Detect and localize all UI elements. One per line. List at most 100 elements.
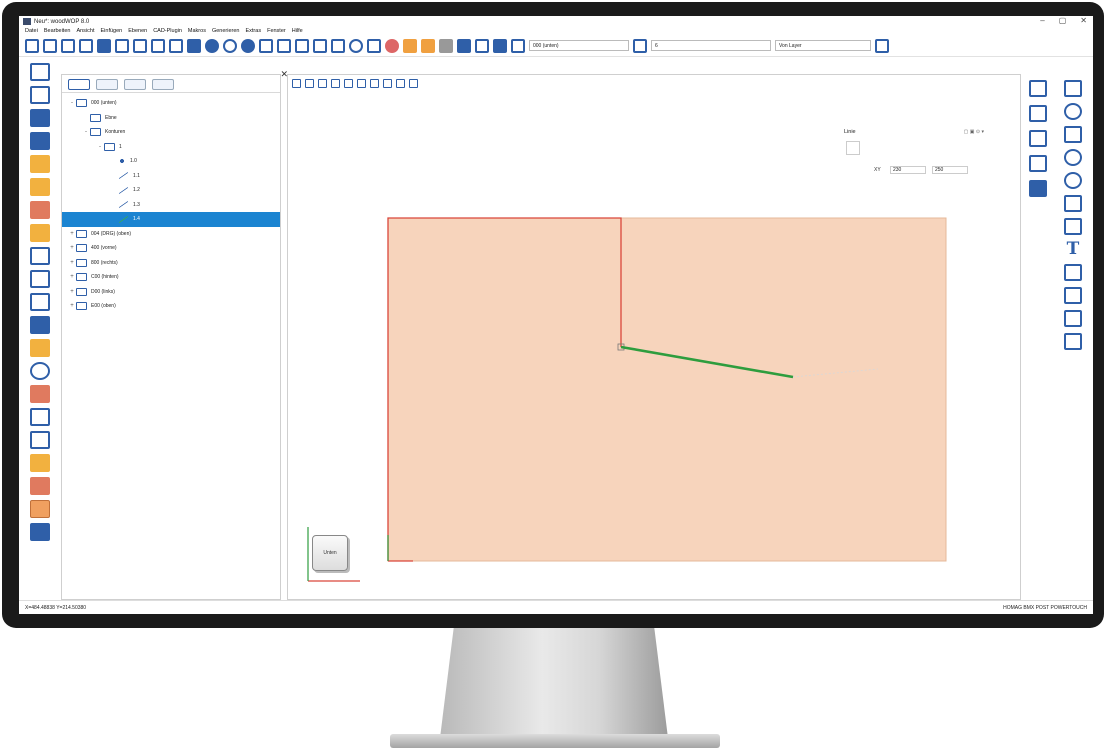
x-value-field[interactable]: 230 [890, 166, 926, 174]
tree-item[interactable]: - 000 (unten) [62, 96, 280, 111]
line-tool-2-icon[interactable] [331, 38, 345, 53]
menu-generieren[interactable]: Generieren [212, 28, 240, 34]
menu-fenster[interactable]: Fenster [267, 28, 286, 34]
paste-icon[interactable] [169, 38, 183, 53]
draw-contour-icon[interactable] [1064, 126, 1082, 143]
snap-midpoint-icon[interactable] [1029, 105, 1047, 122]
angle-icon[interactable] [259, 38, 273, 53]
pocket-tool-icon[interactable] [30, 224, 50, 242]
settings-tool-icon[interactable] [30, 523, 50, 541]
tab-components[interactable] [96, 79, 118, 90]
cross-icon[interactable] [367, 38, 381, 53]
circle-tool-icon[interactable] [30, 362, 50, 380]
color-select[interactable]: 6 [651, 40, 771, 51]
layer-props-icon[interactable] [475, 38, 489, 53]
draw-ellipse-icon[interactable] [1064, 172, 1082, 189]
ring-icon[interactable] [349, 38, 363, 53]
zoom-icon[interactable] [383, 78, 392, 88]
hatch-icon[interactable] [403, 38, 417, 53]
tree-item[interactable]: +800 (rechts) [62, 256, 280, 271]
drawing-area[interactable]: Linie ▢ ▣ ⊙ ▾ XY 230 250 Unten [287, 74, 1021, 600]
panel-controls-icon[interactable]: ▢ ▣ ⊙ ▾ [964, 129, 984, 135]
tree-expander-icon[interactable]: + [68, 245, 76, 251]
view-front-icon[interactable] [305, 78, 314, 88]
snap-perpendicular-icon[interactable] [1029, 155, 1047, 172]
view-back-icon[interactable] [331, 78, 340, 88]
tree-item[interactable]: 1.1 [62, 169, 280, 184]
view-left-icon[interactable] [344, 78, 353, 88]
tab-tools[interactable] [152, 79, 174, 90]
copy-icon[interactable] [151, 38, 165, 53]
profile-tool-icon[interactable] [30, 316, 50, 334]
layer-select[interactable]: 000 (unten) [529, 40, 629, 51]
pan-icon[interactable] [409, 78, 418, 88]
snap-grid-icon[interactable] [1029, 180, 1047, 197]
menu-datei[interactable]: Datei [25, 28, 38, 34]
tree-expander-icon[interactable]: - [68, 100, 76, 106]
draw-spline-icon[interactable] [1064, 195, 1082, 212]
view-bottom-icon[interactable] [357, 78, 366, 88]
measure-icon[interactable] [439, 38, 453, 53]
tree-item[interactable]: + C00 (hinten) [62, 270, 280, 285]
tree-expander-icon[interactable]: + [68, 231, 76, 237]
line-tool-icon[interactable] [30, 109, 50, 127]
menu-ebenen[interactable]: Ebenen [128, 28, 147, 34]
tree-item[interactable]: 1.3 [62, 198, 280, 213]
point-tool-icon[interactable] [30, 86, 50, 104]
undo-icon[interactable] [115, 38, 129, 53]
tree-item[interactable]: Ebne [62, 111, 280, 126]
component-icon[interactable] [30, 454, 50, 472]
surface-icon[interactable] [1064, 287, 1082, 304]
text-tool-icon[interactable]: T [1064, 241, 1082, 258]
tab-variables[interactable] [124, 79, 146, 90]
drill-tool-icon[interactable] [30, 155, 50, 173]
tree-item[interactable]: + D00 (links) [62, 285, 280, 300]
tree-item[interactable]: 1.4 [62, 212, 280, 227]
maximize-button[interactable]: ▢ [1059, 16, 1067, 25]
draw-circle-icon[interactable] [1064, 149, 1082, 166]
cut-tool-icon[interactable] [30, 339, 50, 357]
red-circle-icon[interactable] [385, 38, 399, 53]
arc-tool-icon[interactable] [30, 247, 50, 265]
groove-tool-icon[interactable] [30, 201, 50, 219]
save-icon[interactable] [97, 38, 111, 53]
new-file-icon[interactable] [25, 38, 39, 53]
tree-expander-icon[interactable]: - [82, 129, 90, 135]
close-button[interactable]: ✕ [1080, 16, 1087, 25]
view-cube[interactable]: Unten [312, 535, 348, 571]
menu-bearbeiten[interactable]: Bearbeiten [44, 28, 71, 34]
tree-item[interactable]: -1 [62, 140, 280, 155]
layer-list-icon[interactable] [493, 38, 507, 53]
new-template-icon[interactable] [43, 38, 57, 53]
tab-contours[interactable] [68, 79, 90, 90]
tree-item[interactable]: +400 (vorne) [62, 241, 280, 256]
edit-component-icon[interactable] [30, 477, 50, 495]
layer-manage-icon[interactable] [633, 38, 647, 53]
snap-intersection-icon[interactable] [1029, 130, 1047, 147]
tree-expander-icon[interactable]: + [68, 260, 76, 266]
zoom-extents-icon[interactable] [396, 78, 405, 88]
pen-icon[interactable] [277, 38, 291, 53]
tree-expander-icon[interactable]: + [68, 289, 76, 295]
tree-item[interactable]: +004 (DRG) (oben) [62, 227, 280, 242]
circle-tool-icon[interactable] [223, 38, 237, 53]
tree-expander-icon[interactable]: + [68, 274, 76, 280]
tree-expander-icon[interactable]: - [96, 144, 104, 150]
menu-extras[interactable]: Extras [245, 28, 261, 34]
tree-item[interactable]: - Konturen [62, 125, 280, 140]
minimize-button[interactable]: – [1040, 16, 1044, 25]
tree-item[interactable]: 1.0 [62, 154, 280, 169]
edit-icon[interactable] [295, 38, 309, 53]
help-icon[interactable] [30, 431, 50, 449]
layer-filter-select[interactable]: Von Layer [775, 40, 871, 51]
tree-expander-icon[interactable]: + [68, 303, 76, 309]
menu-hilfe[interactable]: Hilfe [292, 28, 303, 34]
grid-icon[interactable] [421, 38, 435, 53]
tree-item[interactable]: + E00 (oben) [62, 299, 280, 314]
draw-line-icon[interactable] [1064, 80, 1082, 97]
y-value-field[interactable]: 250 [932, 166, 968, 174]
draw-arc-icon[interactable] [1064, 103, 1082, 120]
extrude-icon[interactable] [1064, 310, 1082, 327]
view-iso-icon[interactable] [370, 78, 379, 88]
tree-item[interactable]: 1.2 [62, 183, 280, 198]
